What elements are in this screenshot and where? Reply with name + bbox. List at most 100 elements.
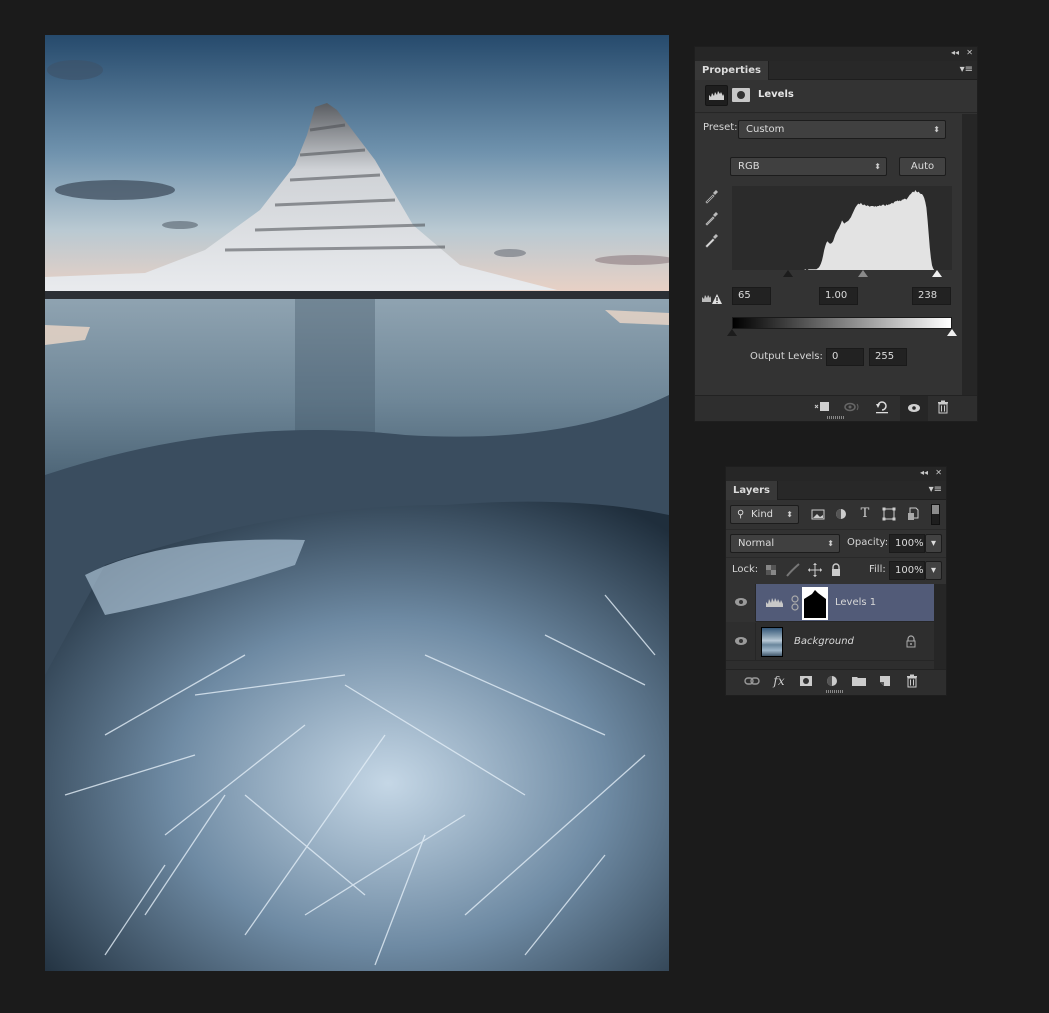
select-arrows-icon: ⬍ — [874, 162, 881, 171]
blend-mode-select[interactable]: Normal ⬍ — [730, 534, 840, 553]
add-mask-icon[interactable] — [797, 673, 815, 689]
layer-row-levels-1[interactable]: Levels 1 — [726, 584, 934, 622]
levels-adjustment-icon[interactable] — [705, 85, 728, 106]
resize-grip[interactable] — [827, 416, 845, 419]
close-icon[interactable]: ✕ — [966, 48, 973, 57]
properties-footer — [695, 395, 977, 421]
output-levels-gradient — [732, 317, 952, 329]
layer-row-background[interactable]: Background — [726, 623, 934, 661]
output-white-slider[interactable] — [947, 329, 957, 336]
levels-histogram — [732, 186, 952, 270]
input-gamma-slider[interactable] — [857, 270, 868, 277]
input-black-field[interactable]: 65 — [732, 287, 771, 305]
layer-thumbnail — [761, 627, 783, 657]
resize-grip[interactable] — [826, 690, 844, 693]
clip-to-layer-icon[interactable] — [813, 399, 831, 415]
input-white-field[interactable]: 238 — [912, 287, 951, 305]
filter-kind-select[interactable]: ⚲ Kind ⬍ — [730, 505, 799, 524]
layer-content: Background — [757, 623, 934, 661]
layer-name: Background — [794, 636, 854, 647]
lock-fill-row: Lock: Fill: 100% ▾ — [726, 557, 946, 583]
properties-scrollbar[interactable] — [962, 114, 977, 395]
delete-adjustment-icon[interactable] — [934, 399, 952, 415]
collapse-icon[interactable]: ◂◂ — [951, 48, 959, 57]
auto-button[interactable]: Auto — [899, 157, 946, 176]
delete-layer-icon[interactable] — [903, 673, 921, 689]
output-black-slider[interactable] — [727, 329, 737, 336]
layer-mask-icon[interactable] — [732, 88, 750, 102]
collapse-icon[interactable]: ◂◂ — [920, 468, 928, 477]
filter-pixel-icon[interactable] — [810, 506, 826, 522]
lock-image-pixels-icon[interactable] — [785, 562, 801, 578]
layer-mask-thumbnail[interactable] — [802, 587, 828, 620]
gray-point-eyedropper-icon[interactable] — [704, 210, 720, 226]
filter-shape-icon[interactable] — [881, 506, 897, 522]
clipping-warning-icon[interactable] — [701, 291, 723, 305]
channel-value: RGB — [738, 161, 760, 172]
layers-scrollbar[interactable] — [934, 584, 946, 670]
histogram-graph — [732, 190, 952, 270]
lock-all-icon[interactable] — [828, 562, 844, 578]
layer-name: Levels 1 — [835, 597, 877, 608]
blend-opacity-row: Normal ⬍ Opacity: 100% ▾ — [726, 529, 946, 557]
levels-adjustment-icon — [766, 598, 783, 607]
output-levels-label: Output Levels: — [750, 351, 823, 362]
layer-filter-row: ⚲ Kind ⬍ T — [726, 501, 946, 529]
lock-transparent-pixels-icon[interactable] — [763, 562, 779, 578]
preset-label: Preset: — [703, 122, 738, 133]
layers-tab-row: Layers ▾≡ — [726, 481, 946, 500]
levels-controls: Preset: Custom ⬍ RGB ⬍ Auto 65 1.00 238 — [695, 114, 963, 395]
layers-topbar: ◂◂ ✕ — [726, 467, 946, 481]
preset-value: Custom — [746, 124, 785, 135]
filter-type-icon[interactable]: T — [857, 506, 873, 522]
opacity-field[interactable]: 100% — [889, 534, 925, 553]
layer-locked-icon — [906, 635, 916, 648]
black-point-eyedropper-icon[interactable] — [704, 188, 720, 204]
mask-link-icon[interactable] — [791, 595, 799, 611]
tab-layers[interactable]: Layers — [726, 481, 778, 500]
output-white-field[interactable]: 255 — [869, 348, 907, 366]
toggle-visibility-icon[interactable] — [900, 396, 928, 421]
filter-adjustment-icon[interactable] — [833, 506, 849, 522]
properties-panel: ◂◂ ✕ Properties ▾≡ Levels Preset: Custom… — [694, 46, 978, 422]
properties-header: Levels — [695, 80, 977, 113]
layer-style-fx-icon[interactable]: fx — [770, 673, 788, 689]
channel-select[interactable]: RGB ⬍ — [730, 157, 887, 176]
filter-smart-object-icon[interactable] — [905, 506, 921, 522]
eye-icon — [735, 598, 747, 606]
layers-panel: ◂◂ ✕ Layers ▾≡ ⚲ Kind ⬍ T Normal ⬍ Opaci… — [725, 466, 947, 696]
layer-visibility-toggle[interactable] — [726, 623, 756, 661]
white-point-eyedropper-icon[interactable] — [704, 232, 720, 248]
panel-menu-icon[interactable]: ▾≡ — [960, 64, 973, 75]
select-arrows-icon: ⬍ — [786, 510, 793, 519]
new-group-icon[interactable] — [850, 673, 868, 689]
lock-label: Lock: — [732, 564, 759, 575]
properties-topbar: ◂◂ ✕ — [695, 47, 977, 61]
opacity-dropdown-button[interactable]: ▾ — [925, 534, 942, 553]
input-gamma-field[interactable]: 1.00 — [819, 287, 858, 305]
close-icon[interactable]: ✕ — [935, 468, 942, 477]
preset-select[interactable]: Custom ⬍ — [738, 120, 946, 139]
opacity-label: Opacity: — [847, 537, 889, 548]
input-white-slider[interactable] — [932, 270, 943, 277]
output-black-field[interactable]: 0 — [826, 348, 864, 366]
layer-visibility-toggle[interactable] — [726, 584, 756, 622]
panel-menu-icon[interactable]: ▾≡ — [929, 484, 942, 495]
new-layer-icon[interactable] — [876, 673, 894, 689]
lock-position-icon[interactable] — [807, 562, 823, 578]
filter-toggle-switch[interactable] — [931, 504, 940, 525]
layer-list: Levels 1 Background — [726, 584, 934, 670]
view-previous-state-icon[interactable] — [843, 399, 861, 415]
fill-label: Fill: — [869, 564, 886, 575]
fill-field[interactable]: 100% — [889, 561, 925, 580]
reset-icon[interactable] — [873, 399, 891, 415]
document-canvas[interactable] — [45, 35, 669, 971]
adjustment-title: Levels — [758, 89, 794, 100]
search-icon: ⚲ — [737, 509, 745, 520]
link-layers-icon[interactable] — [743, 673, 761, 689]
fill-dropdown-button[interactable]: ▾ — [925, 561, 942, 580]
input-black-slider[interactable] — [783, 270, 794, 277]
new-adjustment-layer-icon[interactable] — [823, 673, 841, 689]
eye-icon — [735, 637, 747, 645]
tab-properties[interactable]: Properties — [695, 61, 769, 80]
